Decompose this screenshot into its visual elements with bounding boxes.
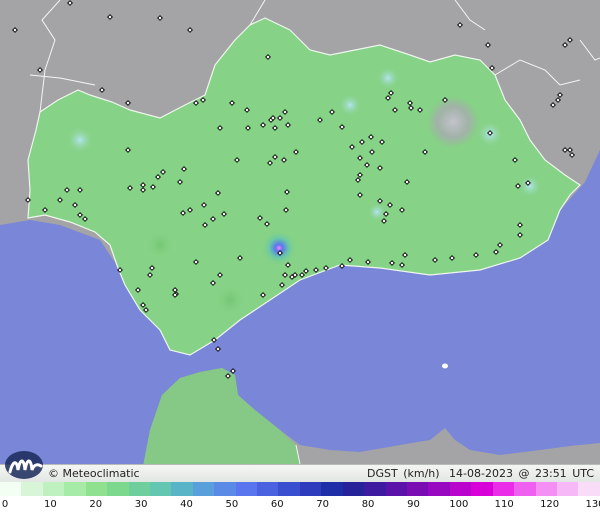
scale-swatch [21,482,43,496]
gust-hotspot [338,93,362,117]
scale-swatch [214,482,236,496]
scale-swatch [342,482,365,496]
scale-swatch [171,482,193,496]
scale-swatch [64,482,86,496]
gust-hotspot [376,66,400,90]
scale-swatch [299,482,322,496]
brand-credit: © Meteoclimatic [48,465,140,483]
scale-swatch [42,482,65,496]
map-info: DGST (km/h) 14-08-2023 @ 23:51 UTC [365,465,594,483]
scale-swatch [471,482,493,496]
scale-tick-label: 90 [407,499,420,510]
scale-swatch [364,482,386,496]
gust-hotspot [214,284,246,316]
scale-swatch [107,482,129,496]
brand-name[interactable]: Meteoclimatic [63,467,140,480]
scale-swatch [257,482,279,496]
scale-swatch [407,482,429,496]
map-viewer: © Meteoclimatic DGST (km/h) 14-08-2023 @… [0,0,600,517]
scale-tick-label: 50 [225,499,239,510]
scale-swatch [578,482,600,496]
color-scale-labels: 0 10 20 30 40 50 60 70 80 90 100 110 120 130 [0,496,600,517]
scale-tick-label: 80 [361,499,375,510]
wind-gust-map [0,0,600,482]
scale-swatch [0,482,22,496]
scale-tick-label: 110 [494,499,514,510]
gust-hotspot [261,230,297,266]
variable-unit: (km/h) [403,467,440,480]
gust-hotspot [66,126,94,154]
scale-swatch [492,482,515,496]
scale-tick-label: 130 [585,499,600,510]
scale-swatch [278,482,300,496]
scale-swatch [449,482,472,496]
scale-tick-label: 0 [1,499,9,510]
scale-tick-label: 20 [89,499,103,510]
scale-swatch [428,482,450,496]
scale-tick-label: 70 [316,499,330,510]
gust-hotspot [146,231,174,259]
scale-swatch [535,482,557,496]
scale-swatch [149,482,172,496]
scale-swatch [514,482,536,496]
time-label: 23:51 [534,467,567,480]
color-scale-bar [0,482,600,496]
scale-swatch [128,482,150,496]
info-bar: © Meteoclimatic DGST (km/h) 14-08-2023 @… [0,464,600,483]
gust-hotspot [518,174,542,198]
scale-swatch [385,482,408,496]
scale-swatch [321,482,343,496]
scale-tick-label: 120 [540,499,560,510]
at-symbol: @ [518,467,530,480]
scale-tick-label: 40 [180,499,193,510]
scale-tick-label: 10 [44,499,57,510]
scale-swatch [556,482,579,496]
copyright-symbol: © [48,467,59,480]
variable-name: DGST [366,467,398,480]
meteoclimatic-m-logo-icon[interactable] [4,448,46,480]
scale-swatch [235,482,258,496]
scale-swatch [85,482,108,496]
timezone-label: UTC [572,467,594,480]
scale-swatch [192,482,215,496]
scale-tick-label: 100 [449,499,469,510]
date-label: 14-08-2023 [449,467,513,480]
scale-tick-label: 30 [134,499,148,510]
gust-hotspot [427,96,479,148]
alboran-island [442,363,448,369]
scale-tick-label: 60 [270,499,284,510]
